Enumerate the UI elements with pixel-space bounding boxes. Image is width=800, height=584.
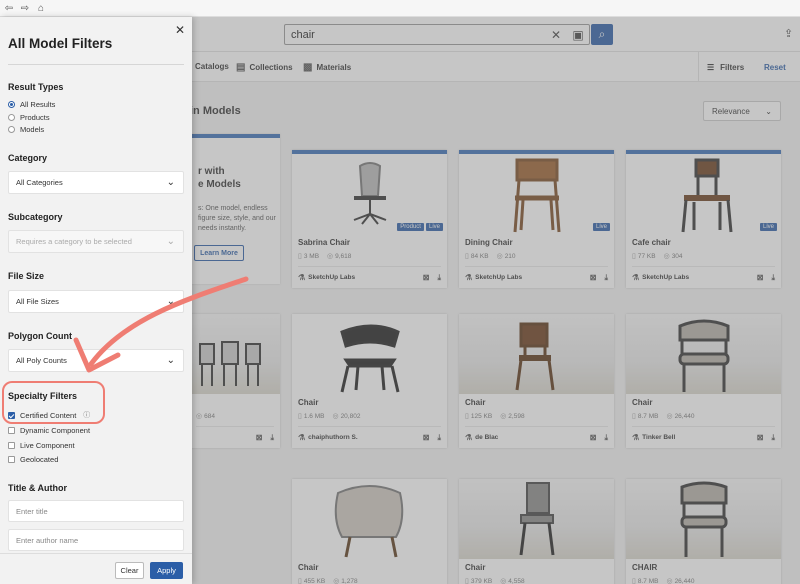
result-types-heading: Result Types [8,82,64,92]
select-value: Requires a category to be selected [16,237,132,246]
file-size-heading: File Size [8,271,45,281]
checkbox-geolocated[interactable]: Geolocated [8,455,58,464]
checkbox-label: Geolocated [20,455,59,464]
checkbox[interactable] [8,442,15,449]
browser-toolbar: ⇦ ⇨ ⌂ [0,0,800,17]
checkbox[interactable] [8,456,15,463]
radio-models[interactable]: Models [8,125,44,134]
radio-label: Models [20,125,45,134]
chevron-down-icon: ⌄ [166,355,175,366]
polygon-count-select[interactable]: All Poly Counts ⌄ [8,349,184,372]
title-author-heading: Title & Author [8,483,67,493]
back-icon[interactable]: ⇦ [3,0,15,17]
select-value: All File Sizes [16,297,59,306]
chevron-down-icon: ⌄ [166,236,175,247]
filter-panel: All Model Filters ✕ Result Types All Res… [0,17,192,584]
title-input[interactable] [8,500,184,522]
checkbox-live-component[interactable]: Live Component [8,441,75,450]
panel-footer: Clear Apply [0,553,192,584]
home-icon[interactable]: ⌂ [35,0,47,17]
chevron-down-icon: ⌄ [166,296,175,307]
author-input[interactable] [8,529,184,551]
radio-dot[interactable] [8,126,15,133]
close-icon[interactable]: ✕ [174,23,186,37]
radio-label: All Results [20,100,56,109]
category-heading: Category [8,153,48,163]
checkbox-label: Live Component [20,441,75,450]
checkbox-label: Dynamic Component [20,426,91,435]
radio-all-results[interactable]: All Results [8,100,55,109]
radio-products[interactable]: Products [8,113,50,122]
apply-button[interactable]: Apply [150,562,183,579]
subcategory-select: Requires a category to be selected ⌄ [8,230,184,253]
chevron-down-icon: ⌄ [166,177,175,188]
radio-dot[interactable] [8,101,15,108]
clear-button[interactable]: Clear [115,562,144,579]
file-size-select[interactable]: All File Sizes ⌄ [8,290,184,313]
subcategory-heading: Subcategory [8,212,63,222]
divider [8,64,184,65]
checkbox-dynamic-component[interactable]: Dynamic Component [8,426,90,435]
polygon-count-heading: Polygon Count [8,331,72,341]
forward-icon[interactable]: ⇨ [19,0,31,17]
annotation-highlight-box [2,381,105,424]
radio-label: Products [20,113,50,122]
select-value: All Poly Counts [16,356,67,365]
radio-dot[interactable] [8,114,15,121]
checkbox[interactable] [8,427,15,434]
select-value: All Categories [16,178,63,187]
category-select[interactable]: All Categories ⌄ [8,171,184,194]
panel-title: All Model Filters [8,36,113,51]
